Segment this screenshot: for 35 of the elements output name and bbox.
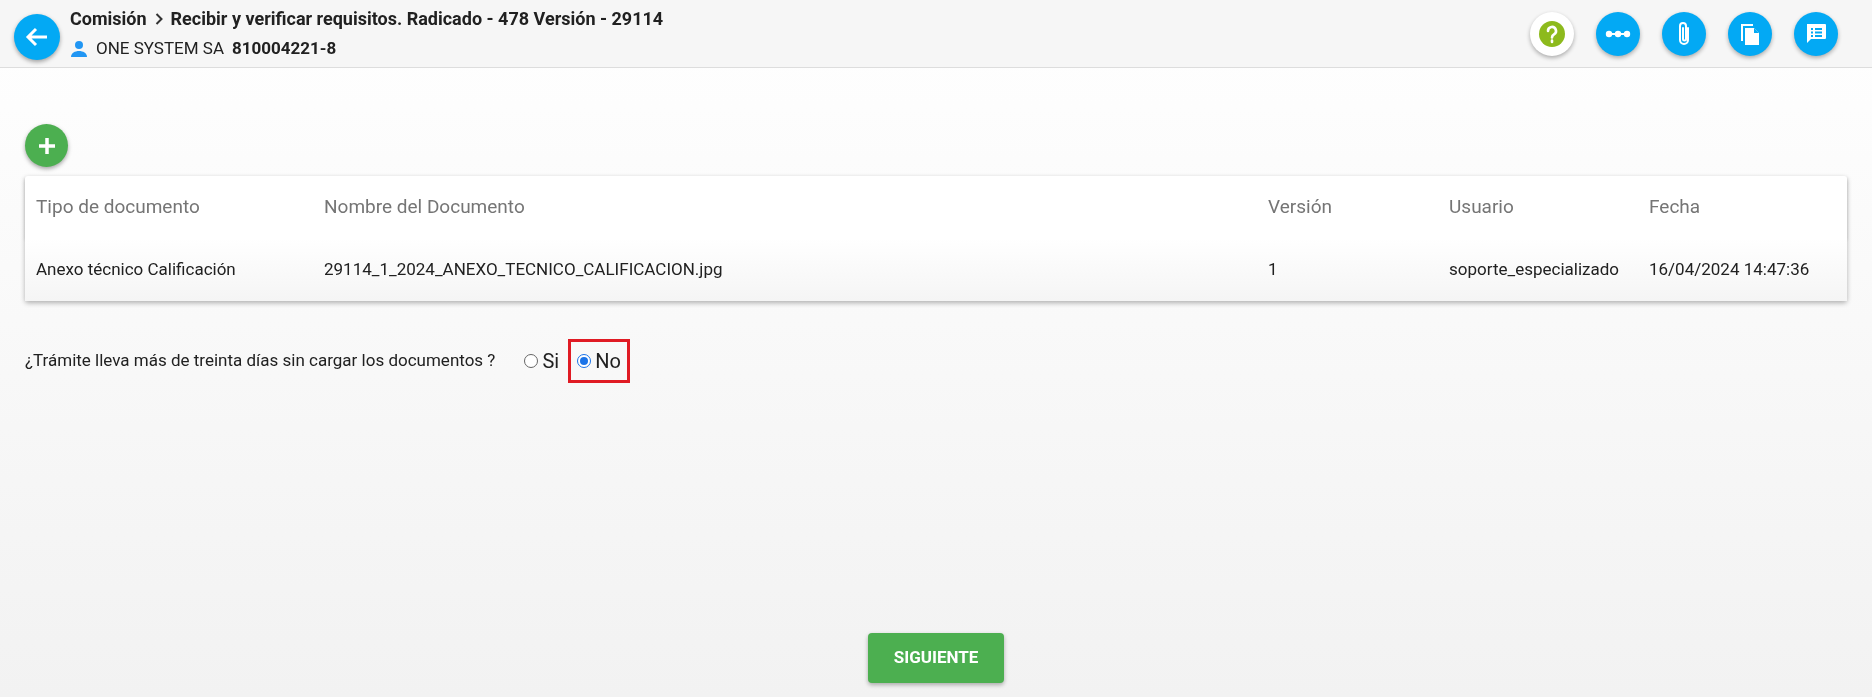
help-button[interactable]: [1530, 11, 1574, 56]
column-header: Fecha: [1649, 194, 1701, 218]
company-nit: 810004221-8: [232, 37, 337, 61]
column-header: Usuario: [1449, 194, 1514, 218]
table-cell: Anexo técnico Calificación: [36, 258, 236, 279]
copy-button[interactable]: [1728, 11, 1772, 56]
table-cell: 29114_1_2024_ANEXO_TECNICO_CALIFICACION.jpg: [324, 258, 723, 279]
radio-option[interactable]: No: [568, 339, 630, 383]
paperclip-icon: [1677, 20, 1691, 47]
radio-button[interactable]: [577, 354, 592, 368]
comments-button[interactable]: [1794, 11, 1838, 56]
column-header: Versión: [1268, 194, 1332, 218]
back-button[interactable]: [14, 13, 60, 60]
dots-line-icon: [1605, 29, 1631, 38]
workflow-button[interactable]: [1596, 11, 1640, 56]
radio-option[interactable]: Si: [515, 339, 569, 383]
back-arrow-icon: [25, 26, 49, 47]
company-name: ONE SYSTEM SA: [96, 37, 224, 61]
add-button[interactable]: [25, 124, 68, 167]
help-icon: [1538, 19, 1566, 48]
table-cell: 16/04/2024 14:47:36: [1649, 258, 1810, 279]
column-header: Tipo de documento: [36, 194, 200, 218]
documents-icon: [1739, 21, 1761, 46]
attach-button[interactable]: [1662, 11, 1706, 56]
breadcrumb-item: Comisión: [70, 7, 147, 32]
radio-button[interactable]: [524, 354, 539, 368]
table-cell: soporte_especializado: [1449, 258, 1619, 279]
column-header: Nombre del Documento: [324, 194, 525, 218]
chevron-right-icon: [154, 12, 163, 25]
table-cell: 1: [1268, 258, 1278, 279]
question-text: ¿Trámite lleva más de treinta días sin cargar los documentos ?: [25, 349, 496, 373]
breadcrumb-item: Recibir y verificar requisitos. Radicado - 478 Versión - 29114: [170, 7, 664, 32]
comment-list-icon: [1804, 21, 1828, 46]
person-icon: [70, 40, 88, 58]
plus-icon: [36, 135, 57, 156]
